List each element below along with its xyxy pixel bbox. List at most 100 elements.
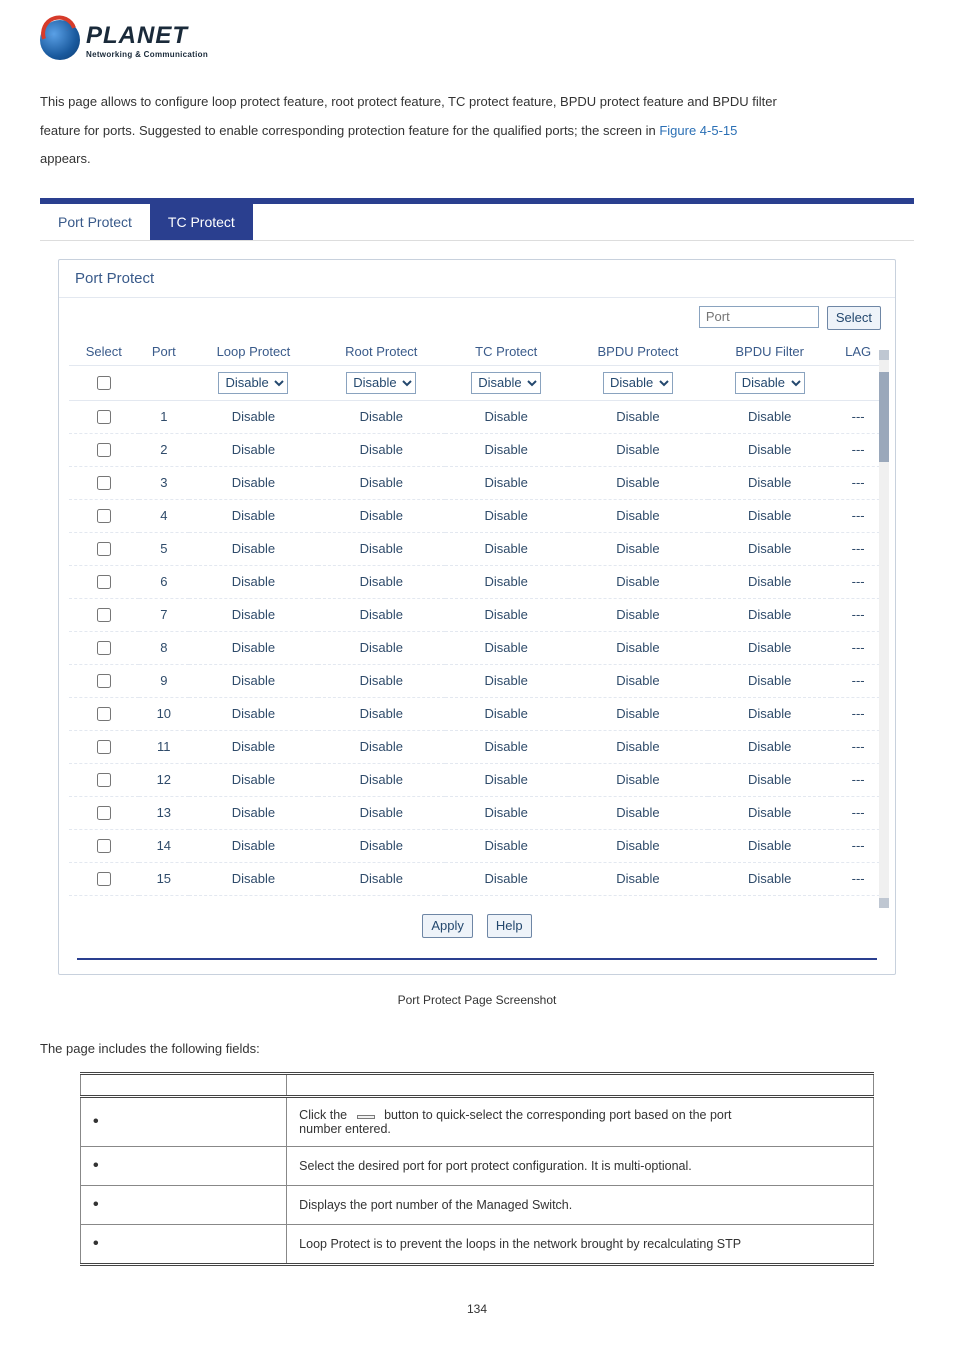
select-button[interactable]: Select [827,306,881,330]
cell-lag: --- [831,862,885,895]
scroll-down-icon[interactable] [879,898,889,908]
cell-port: 14 [139,829,189,862]
cell-port: 10 [139,697,189,730]
fields-intro: The page includes the following fields: [40,1041,914,1056]
table-row: 15DisableDisableDisableDisableDisable--- [69,862,885,895]
root-protect-select[interactable]: Disable [346,372,416,394]
cell-port: 13 [139,796,189,829]
cell-port: 5 [139,532,189,565]
cell-root: Disable [318,400,445,433]
fields-row: • Select the desired port for port prote… [81,1146,874,1185]
cell-bpdu-filter: Disable [708,796,831,829]
cell-tc: Disable [445,466,568,499]
cell-port: 6 [139,565,189,598]
desc-text: number entered. [299,1122,391,1136]
inline-button-ref [357,1115,375,1119]
cell-lag: --- [831,400,885,433]
desc-text: Click the [299,1108,350,1122]
row-checkbox[interactable] [97,806,111,820]
scroll-thumb[interactable] [879,372,889,462]
screenshot-panel: Port Protect TC Protect Port Protect Sel… [40,198,914,975]
cell-bpdu-protect: Disable [568,400,708,433]
cell-bpdu-filter: Disable [708,499,831,532]
loop-protect-select[interactable]: Disable [218,372,288,394]
cell-bpdu-filter: Disable [708,763,831,796]
row-checkbox[interactable] [97,443,111,457]
cell-loop: Disable [189,433,318,466]
cell-root: Disable [318,829,445,862]
cell-port: 11 [139,730,189,763]
bpdu-protect-select[interactable]: Disable [603,372,673,394]
col-bpdu-filter: BPDU Filter [708,338,831,366]
row-checkbox[interactable] [97,608,111,622]
cell-tc: Disable [445,433,568,466]
figure-reference-link[interactable]: Figure 4-5-15 [659,123,737,138]
cell-port: 2 [139,433,189,466]
apply-button[interactable]: Apply [422,914,473,938]
cell-loop: Disable [189,466,318,499]
logo-brand: PLANET [86,22,208,50]
cell-loop: Disable [189,499,318,532]
action-buttons: Apply Help [59,906,895,952]
cell-lag: --- [831,697,885,730]
row-checkbox[interactable] [97,707,111,721]
cell-bpdu-protect: Disable [568,598,708,631]
row-checkbox[interactable] [97,575,111,589]
row-checkbox[interactable] [97,509,111,523]
col-tc-protect: TC Protect [445,338,568,366]
bullet-icon: • [93,1157,111,1175]
cell-bpdu-filter: Disable [708,862,831,895]
tab-tc-protect[interactable]: TC Protect [150,204,253,240]
bullet-icon: • [93,1235,111,1253]
row-checkbox[interactable] [97,641,111,655]
desc-text: button to quick-select the corresponding… [384,1108,731,1122]
cell-lag: --- [831,664,885,697]
cell-bpdu-filter: Disable [708,400,831,433]
tab-port-protect[interactable]: Port Protect [40,204,150,240]
cell-lag: --- [831,796,885,829]
cell-bpdu-protect: Disable [568,499,708,532]
cell-bpdu-filter: Disable [708,466,831,499]
cell-loop: Disable [189,400,318,433]
row-checkbox[interactable] [97,773,111,787]
tc-protect-select[interactable]: Disable [471,372,541,394]
scroll-up-icon[interactable] [879,350,889,360]
cell-loop: Disable [189,829,318,862]
fields-header-description [287,1073,874,1096]
page-number: 134 [40,1302,914,1316]
cell-port: 15 [139,862,189,895]
bullet-icon: • [93,1113,111,1131]
desc-text: Displays the port number of the Managed … [287,1185,874,1224]
row-checkbox[interactable] [97,674,111,688]
cell-root: Disable [318,565,445,598]
help-button[interactable]: Help [487,914,532,938]
logo-globe-icon [40,20,80,60]
row-checkbox[interactable] [97,410,111,424]
port-input[interactable] [699,306,819,328]
bpdu-filter-select[interactable]: Disable [735,372,805,394]
table-scrollbar[interactable] [879,350,889,908]
cell-bpdu-protect: Disable [568,565,708,598]
row-checkbox[interactable] [97,476,111,490]
table-row: 11DisableDisableDisableDisableDisable--- [69,730,885,763]
table-row: 8DisableDisableDisableDisableDisable--- [69,631,885,664]
cell-port: 9 [139,664,189,697]
row-checkbox[interactable] [97,872,111,886]
row-checkbox[interactable] [97,839,111,853]
intro-paragraph: This page allows to configure loop prote… [40,88,914,174]
table-row: 4DisableDisableDisableDisableDisable--- [69,499,885,532]
cell-loop: Disable [189,598,318,631]
cell-lag: --- [831,565,885,598]
cell-bpdu-filter: Disable [708,433,831,466]
row-checkbox[interactable] [97,542,111,556]
cell-bpdu-protect: Disable [568,631,708,664]
cell-root: Disable [318,664,445,697]
row-checkbox[interactable] [97,740,111,754]
cell-port: 8 [139,631,189,664]
table-row: 5DisableDisableDisableDisableDisable--- [69,532,885,565]
cell-tc: Disable [445,598,568,631]
table-row: 10DisableDisableDisableDisableDisable--- [69,697,885,730]
select-all-checkbox[interactable] [97,376,111,390]
desc-text: Select the desired port for port protect… [287,1146,874,1185]
cell-lag: --- [831,433,885,466]
